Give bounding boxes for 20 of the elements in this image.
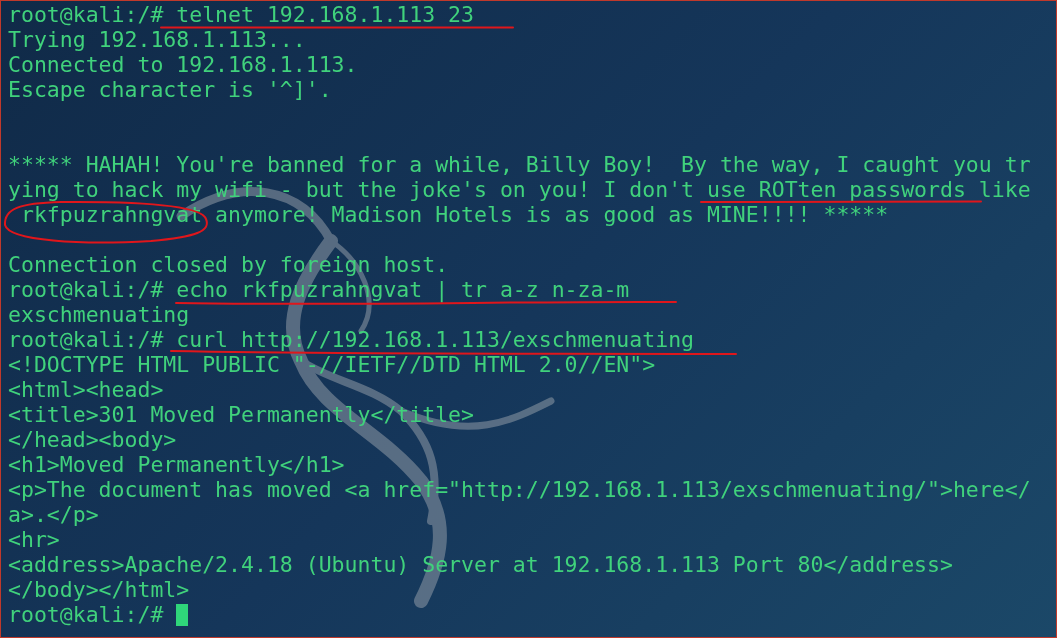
- terminal-line: </head><body>: [8, 429, 177, 450]
- terminal-line: <address>Apache/2.4.18 (Ubuntu) Server at 192.168.1.113 Port 80</address>: [8, 554, 953, 575]
- terminal-line: <hr>: [8, 529, 60, 550]
- terminal-line: <title>301 Moved Permanently</title>: [8, 404, 474, 425]
- terminal-line: root@kali:/# curl http://192.168.1.113/exschmenuating: [8, 329, 695, 350]
- terminal-line: Connected to 192.168.1.113.: [8, 54, 358, 75]
- terminal-line: root@kali:/# telnet 192.168.1.113 23: [8, 4, 474, 25]
- terminal-line: <p>The document has moved <a href="http://192.168.1.113/exschmenuating/">here</: [8, 479, 1031, 500]
- terminal-line: Escape character is '^]'.: [8, 79, 332, 100]
- terminal-line: </body></html>: [8, 579, 190, 600]
- terminal-line: Trying 192.168.1.113...: [8, 29, 306, 50]
- terminal-line: Connection closed by foreign host.: [8, 254, 449, 275]
- terminal-line: rkfpuzrahngvat anymore! Madison Hotels is as good as MINE!!!! *****: [19, 204, 889, 225]
- terminal-line: <!DOCTYPE HTML PUBLIC "-//IETF//DTD HTML 2.0//EN">: [8, 354, 656, 375]
- terminal-line: exschmenuating: [8, 304, 190, 325]
- terminal-line: root@kali:/#: [8, 604, 165, 625]
- terminal-line: ***** HAHAH! You're banned for a while, Billy Boy! By the way, I caught you tr: [8, 154, 1031, 175]
- terminal-line: <h1>Moved Permanently</h1>: [8, 454, 345, 475]
- terminal-line: <html><head>: [8, 379, 164, 400]
- terminal-line: a>.</p>: [8, 504, 99, 525]
